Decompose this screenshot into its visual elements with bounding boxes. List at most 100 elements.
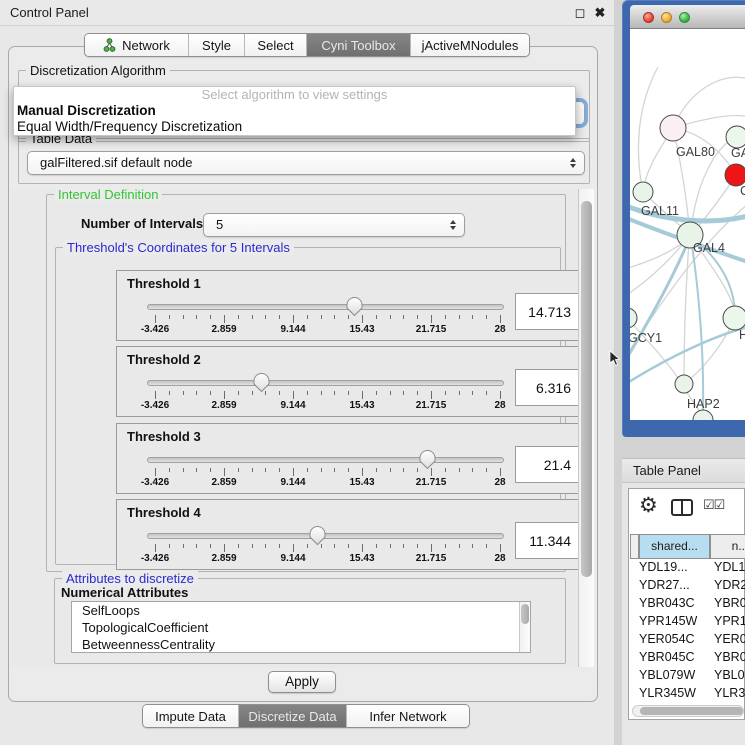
slider-tick [307, 391, 308, 395]
slider-tick [224, 391, 225, 399]
slider-thumb[interactable] [252, 372, 271, 398]
slider-tick [196, 544, 197, 548]
cell-shared-name: YBL079W [639, 668, 695, 682]
GAL11-node[interactable] [633, 182, 653, 202]
slider-tick [403, 315, 404, 319]
slider-tick [210, 468, 211, 472]
threshold-value-field[interactable] [515, 369, 579, 406]
threshold-value-field[interactable] [515, 446, 579, 483]
slider-tick [500, 315, 501, 323]
slider-thumb[interactable] [308, 525, 327, 551]
table-hscrollbar[interactable] [632, 705, 744, 717]
slider-track[interactable] [147, 457, 504, 463]
column-header-name[interactable]: n... [710, 534, 745, 559]
list-scrollbar[interactable] [519, 602, 530, 653]
table-row[interactable]: YDL19...YDL1 [631, 560, 745, 578]
attributes-list[interactable]: SelfLoopsTopologicalCoefficientBetweenne… [71, 601, 531, 653]
cell-name: YBL0 [714, 668, 745, 682]
column-header-shared[interactable]: shared... [639, 534, 710, 559]
spinner-stepper-icon [450, 220, 456, 230]
tab-style[interactable]: Style [189, 34, 245, 56]
table-data-combobox[interactable]: galFiltered.sif default node [27, 151, 585, 175]
slider-thumb[interactable] [345, 296, 364, 322]
threshold-value-field[interactable] [515, 293, 579, 330]
checkbox-pair-icon[interactable]: ☑☑ [703, 497, 724, 513]
cell-name: YPR1 [714, 614, 745, 628]
slider-tick [321, 315, 322, 319]
threshold-value-field[interactable] [515, 522, 579, 559]
table-row[interactable]: YBR043CYBR0 [631, 596, 745, 614]
slider-track[interactable] [147, 380, 504, 386]
top-right-node[interactable] [726, 126, 745, 148]
slider-tick [155, 391, 156, 399]
slider-tick [390, 468, 391, 472]
group-title: Threshold's Coordinates for 5 Intervals [63, 240, 294, 255]
close-icon[interactable]: ✖ [592, 5, 608, 21]
slider-tick [155, 544, 156, 552]
slider-tick [321, 391, 322, 395]
GAL80-node[interactable] [660, 115, 686, 141]
gear-icon[interactable]: ⚙ [639, 494, 658, 518]
table-row[interactable]: YBL079W YBL0 [631, 668, 745, 686]
table-row[interactable]: YDR27...YDR2 [631, 578, 745, 596]
bottom-node[interactable] [693, 410, 713, 420]
table-row[interactable]: YPR145WYPR1 [631, 614, 745, 632]
red-node[interactable] [725, 164, 745, 186]
table-row[interactable]: YBR045CYBR0 [631, 650, 745, 668]
settings-scroll-viewport: Interval Definition Number of Intervals … [12, 188, 594, 668]
slider-tick [500, 391, 501, 399]
slider-tick [390, 544, 391, 548]
table-rows: YDL19...YDL1YDR27...YDR2YBR043CYBR0YPR14… [631, 560, 745, 708]
network-edge[interactable] [684, 241, 689, 379]
slider-tick [334, 468, 335, 472]
tab-label: Style [202, 38, 231, 53]
slider-tick [362, 391, 363, 399]
node-label-gal80: GAL80 [676, 145, 715, 159]
tab-infer-network[interactable]: Infer Network [347, 705, 469, 727]
network-edge[interactable] [630, 318, 678, 378]
slider-tick-label: 9.144 [268, 400, 318, 411]
list-item-topologicalcoefficient[interactable]: TopologicalCoefficient [72, 619, 530, 636]
apply-button[interactable]: Apply [268, 671, 336, 693]
GCY1-node[interactable] [630, 308, 637, 328]
network-canvas[interactable]: GAL80GACGAL11GAL4GCY1HHAP2 [630, 29, 745, 420]
slider-thumb[interactable] [418, 449, 437, 475]
tab-jactivemnodules[interactable]: jActiveMNodules [411, 34, 529, 56]
slider-tick-label: 15.43 [337, 324, 387, 335]
zoom-traffic-light-icon[interactable] [679, 12, 690, 23]
list-item-betweennesscentrality[interactable]: BetweennessCentrality [72, 636, 530, 653]
popup-hint: Select algorithm to view settings [14, 87, 575, 103]
tab-select[interactable]: Select [245, 34, 307, 56]
close-traffic-light-icon[interactable] [643, 12, 654, 23]
num-intervals-spinner[interactable]: 5 [203, 213, 465, 237]
slider-track[interactable] [147, 304, 504, 310]
slider-tick-label: 21.715 [406, 477, 456, 488]
network-window-titlebar[interactable] [630, 5, 745, 29]
table-row[interactable]: YLR345WYLR3 [631, 686, 745, 704]
control-panel-titlebar: Control Panel ◻ ✖ [0, 0, 614, 26]
tab-impute-data[interactable]: Impute Data [143, 705, 239, 727]
float-window-icon[interactable]: ◻ [572, 5, 588, 21]
tab-cyni-toolbox[interactable]: Cyni Toolbox [307, 34, 411, 56]
tab-label: Cyni Toolbox [321, 38, 395, 53]
slider-tick [293, 315, 294, 323]
slider-tick [376, 391, 377, 395]
slider-tick-label: 21.715 [406, 324, 456, 335]
split-table-icon[interactable] [671, 499, 693, 516]
HAP2-node[interactable] [675, 375, 693, 393]
slider-tick [362, 544, 363, 552]
slider-tick [224, 468, 225, 476]
tab-network[interactable]: Network [85, 34, 189, 56]
slider-tick-label: -3.426 [130, 400, 180, 411]
tab-discretize-data[interactable]: Discretize Data [239, 705, 347, 727]
main-scrollbar[interactable] [578, 189, 594, 667]
popup-option-equal-width-frequency-discretization[interactable]: Equal Width/Frequency Discretization [14, 119, 575, 135]
slider-tick [445, 315, 446, 319]
table-row[interactable]: YER054CYER0 [631, 632, 745, 650]
popup-option-manual-discretization[interactable]: Manual Discretization [14, 103, 575, 119]
main-scrollbar-thumb[interactable] [581, 201, 592, 577]
list-item-selfloops[interactable]: SelfLoops [72, 602, 530, 619]
H-node[interactable] [723, 306, 745, 330]
slider-tick [431, 315, 432, 323]
minimize-traffic-light-icon[interactable] [661, 12, 672, 23]
